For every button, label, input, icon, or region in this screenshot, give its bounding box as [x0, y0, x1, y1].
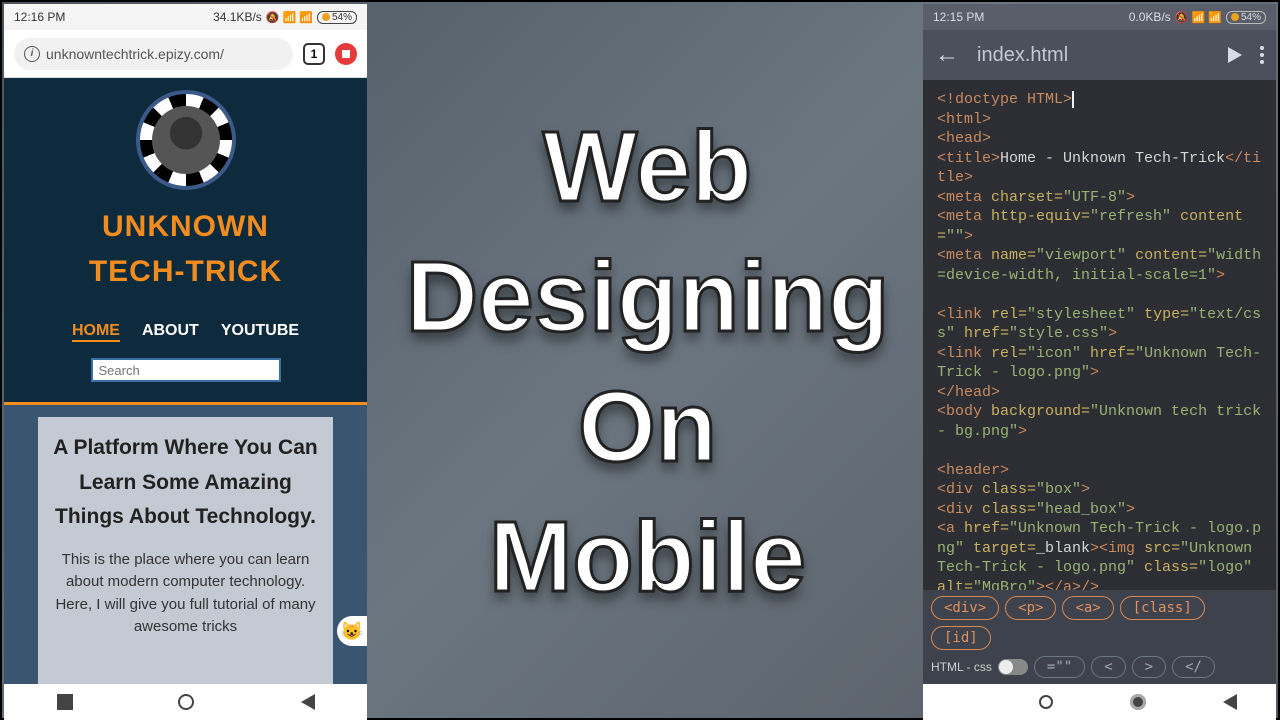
center-title: Web Designing On Mobile	[372, 102, 923, 622]
nav-youtube[interactable]: YOUTUBE	[221, 322, 299, 342]
home-button[interactable]	[178, 694, 194, 710]
home-filled-button[interactable]	[1130, 694, 1146, 710]
tab-count-button[interactable]: 1	[303, 43, 325, 65]
code-helper-bar: <div> <p> <a> [class] [id] HTML - css ="…	[923, 590, 1276, 684]
url-bar[interactable]: i unknowntechtrick.epizy.com/	[14, 38, 293, 70]
status-speed: 34.1KB/s	[213, 10, 262, 24]
nav-about[interactable]: ABOUT	[142, 322, 199, 342]
site-nav: HOME ABOUT YOUTUBE	[4, 322, 367, 342]
helper-gt[interactable]: >	[1132, 656, 1166, 678]
content-card: A Platform Where You Can Learn Some Amaz…	[38, 417, 333, 684]
back-button-right[interactable]	[1223, 694, 1237, 710]
editor-filename: index.html	[977, 44, 1210, 67]
editor-toolbar: ← index.html	[923, 30, 1276, 80]
website-preview: UNKNOWN TECH-TRICK HOME ABOUT YOUTUBE A …	[4, 78, 367, 684]
status-icons: 🔕 📶 📶	[266, 11, 313, 24]
recent-apps-button[interactable]	[57, 694, 73, 710]
helper-close[interactable]: </	[1172, 656, 1215, 678]
android-nav-right	[923, 684, 1276, 720]
back-button[interactable]	[299, 694, 315, 710]
status-time-right: 12:15 PM	[933, 10, 984, 24]
run-icon[interactable]	[1228, 47, 1242, 63]
search-input[interactable]	[91, 358, 281, 382]
helper-class[interactable]: [class]	[1120, 596, 1205, 620]
home-outline-button[interactable]	[1039, 695, 1053, 709]
stop-icon[interactable]	[335, 43, 357, 65]
content-headline: A Platform Where You Can Learn Some Amaz…	[50, 431, 321, 535]
status-bar-right: 12:15 PM 0.0KB/s 🔕 📶 📶 54%	[923, 4, 1276, 30]
helper-eq[interactable]: =""	[1034, 656, 1085, 678]
android-nav-left	[4, 684, 367, 720]
site-title: UNKNOWN TECH-TRICK	[4, 204, 367, 294]
chat-bubble-icon[interactable]: 😺	[337, 616, 367, 646]
helper-mode-toggle[interactable]: HTML - css	[931, 659, 1028, 675]
battery-indicator-right: 54%	[1226, 11, 1266, 24]
url-text: unknowntechtrick.epizy.com/	[46, 46, 224, 62]
battery-indicator: 54%	[317, 11, 357, 24]
more-icon[interactable]	[1260, 46, 1264, 64]
content-area: A Platform Where You Can Learn Some Amaz…	[4, 405, 367, 684]
toggle-icon[interactable]	[998, 659, 1028, 675]
code-editor[interactable]: <!doctype HTML><html><head><title>Home -…	[923, 80, 1276, 590]
title-line-4: Mobile	[372, 492, 923, 622]
browser-bar: i unknowntechtrick.epizy.com/ 1	[4, 30, 367, 78]
back-arrow-icon[interactable]: ←	[935, 41, 959, 69]
phone-right: 12:15 PM 0.0KB/s 🔕 📶 📶 54% ← index.html …	[923, 4, 1276, 720]
helper-a[interactable]: <a>	[1062, 596, 1113, 620]
helper-id[interactable]: [id]	[931, 626, 991, 650]
nav-home[interactable]: HOME	[72, 322, 120, 342]
phone-left: 12:16 PM 34.1KB/s 🔕 📶 📶 54% i unknowntec…	[4, 4, 367, 720]
helper-p[interactable]: <p>	[1005, 596, 1056, 620]
status-speed-right: 0.0KB/s	[1129, 10, 1171, 24]
helper-lt[interactable]: <	[1091, 656, 1125, 678]
status-time: 12:16 PM	[14, 10, 65, 24]
status-icons-right: 🔕 📶 📶	[1175, 11, 1222, 24]
site-logo[interactable]	[136, 90, 236, 190]
title-line-3: On	[372, 362, 923, 492]
helper-div[interactable]: <div>	[931, 596, 999, 620]
title-line-2: Designing	[372, 232, 923, 362]
content-paragraph: This is the place where you can learn ab…	[50, 549, 321, 639]
site-header: UNKNOWN TECH-TRICK HOME ABOUT YOUTUBE	[4, 78, 367, 396]
status-bar-left: 12:16 PM 34.1KB/s 🔕 📶 📶 54%	[4, 4, 367, 30]
title-line-1: Web	[372, 102, 923, 232]
site-info-icon[interactable]: i	[24, 46, 40, 62]
